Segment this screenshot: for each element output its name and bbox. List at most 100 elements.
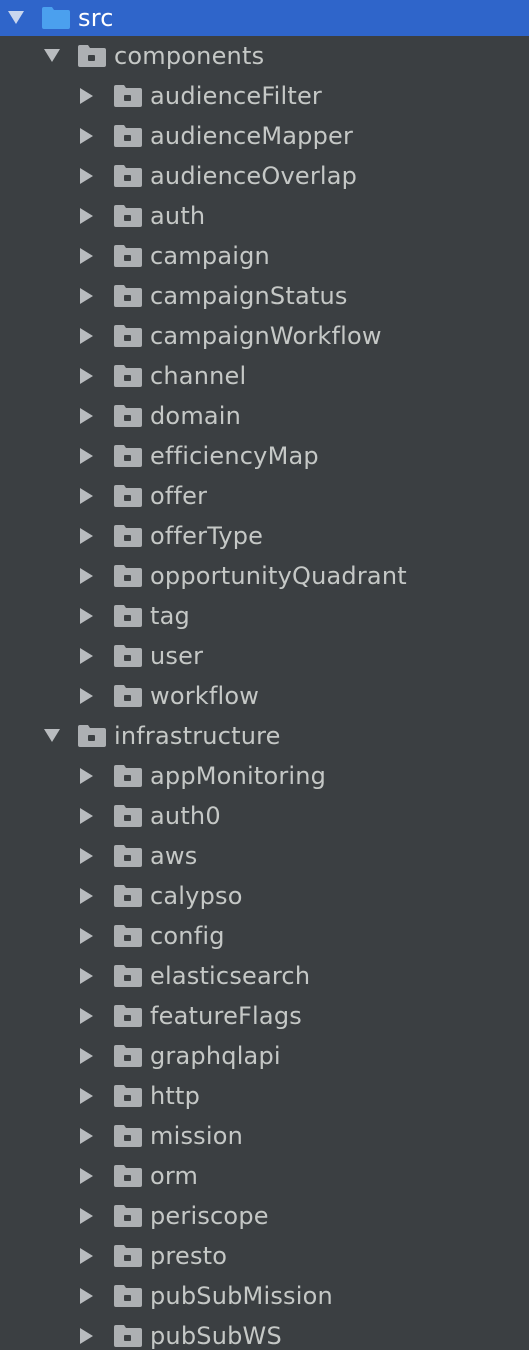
tree-node-label: elasticsearch [150,962,311,990]
tree-node-infrastructure[interactable]: infrastructure [0,716,529,756]
folder-icon [114,565,142,587]
tree-node-label: periscope [150,1202,269,1230]
folder-icon [114,1285,142,1307]
tree-node-label: audienceFilter [150,82,322,110]
folder-icon [114,285,142,307]
tree-node-folder[interactable]: mission [0,1116,529,1156]
tree-node-folder[interactable]: auth [0,196,529,236]
tree-node-components[interactable]: components [0,36,529,76]
tree-node-folder[interactable]: domain [0,396,529,436]
tree-node-folder[interactable]: pubSubMission [0,1276,529,1316]
tree-node-folder[interactable]: featureFlags [0,996,529,1036]
tree-node-folder[interactable]: auth0 [0,796,529,836]
tree-node-folder[interactable]: offer [0,476,529,516]
tree-node-label: featureFlags [150,1002,302,1030]
tree-node-label: auth [150,202,206,230]
tree-node-folder[interactable]: campaignWorkflow [0,316,529,356]
collapse-arrow-icon[interactable] [79,168,95,184]
tree-node-folder[interactable]: user [0,636,529,676]
tree-node-folder[interactable]: config [0,916,529,956]
tree-node-folder[interactable]: campaign [0,236,529,276]
tree-node-folder[interactable]: calypso [0,876,529,916]
collapse-arrow-icon[interactable] [79,328,95,344]
collapse-arrow-icon[interactable] [79,408,95,424]
collapse-arrow-icon[interactable] [79,1168,95,1184]
tree-node-folder[interactable]: opportunityQuadrant [0,556,529,596]
collapse-arrow-icon[interactable] [79,928,95,944]
folder-icon [114,445,142,467]
folder-icon [114,1165,142,1187]
tree-node-folder[interactable]: audienceOverlap [0,156,529,196]
tree-node-folder[interactable]: orm [0,1156,529,1196]
source-folder-icon [42,7,70,29]
collapse-arrow-icon[interactable] [79,1288,95,1304]
tree-node-label: pubSubWS [150,1322,282,1350]
tree-node-folder[interactable]: aws [0,836,529,876]
tree-node-folder[interactable]: audienceMapper [0,116,529,156]
collapse-arrow-icon[interactable] [79,528,95,544]
tree-node-label: aws [150,842,198,870]
collapse-arrow-icon[interactable] [79,248,95,264]
tree-node-src[interactable]: src [0,0,529,36]
expand-arrow-icon[interactable] [44,48,60,64]
tree-node-folder[interactable]: elasticsearch [0,956,529,996]
collapse-arrow-icon[interactable] [79,128,95,144]
collapse-arrow-icon[interactable] [79,368,95,384]
collapse-arrow-icon[interactable] [79,688,95,704]
tree-node-label: opportunityQuadrant [150,562,407,590]
collapse-arrow-icon[interactable] [79,1008,95,1024]
tree-node-folder[interactable]: pubSubWS [0,1316,529,1350]
collapse-arrow-icon[interactable] [79,808,95,824]
tree-node-folder[interactable]: periscope [0,1196,529,1236]
tree-node-folder[interactable]: http [0,1076,529,1116]
folder-icon [114,885,142,907]
tree-node-label: http [150,1082,201,1110]
tree-node-label: campaign [150,242,270,270]
collapse-arrow-icon[interactable] [79,1208,95,1224]
tree-node-folder[interactable]: audienceFilter [0,76,529,116]
collapse-arrow-icon[interactable] [79,88,95,104]
tree-node-folder[interactable]: campaignStatus [0,276,529,316]
infrastructure-children: appMonitoring auth0 aws calypso config e… [0,756,529,1350]
collapse-arrow-icon[interactable] [79,968,95,984]
expand-arrow-icon[interactable] [8,10,24,26]
tree-node-label: efficiencyMap [150,442,319,470]
tree-node-folder[interactable]: presto [0,1236,529,1276]
folder-icon [114,1045,142,1067]
tree-node-folder[interactable]: offerType [0,516,529,556]
folder-icon [114,805,142,827]
tree-node-label: orm [150,1162,199,1190]
tree-node-folder[interactable]: channel [0,356,529,396]
collapse-arrow-icon[interactable] [79,608,95,624]
collapse-arrow-icon[interactable] [79,1128,95,1144]
tree-node-folder[interactable]: efficiencyMap [0,436,529,476]
tree-node-folder[interactable]: tag [0,596,529,636]
collapse-arrow-icon[interactable] [79,648,95,664]
project-tree: src components audienceFilter audienceMa… [0,0,529,1350]
expand-arrow-icon[interactable] [44,728,60,744]
collapse-arrow-icon[interactable] [79,888,95,904]
tree-node-folder[interactable]: appMonitoring [0,756,529,796]
tree-node-folder[interactable]: workflow [0,676,529,716]
collapse-arrow-icon[interactable] [79,208,95,224]
folder-icon [114,845,142,867]
tree-node-label: channel [150,362,247,390]
collapse-arrow-icon[interactable] [79,1248,95,1264]
folder-icon [114,645,142,667]
folder-icon [114,485,142,507]
folder-icon [114,365,142,387]
collapse-arrow-icon[interactable] [79,848,95,864]
collapse-arrow-icon[interactable] [79,568,95,584]
folder-icon [114,525,142,547]
tree-node-label: user [150,642,204,670]
collapse-arrow-icon[interactable] [79,768,95,784]
folder-icon [114,245,142,267]
collapse-arrow-icon[interactable] [79,288,95,304]
collapse-arrow-icon[interactable] [79,488,95,504]
collapse-arrow-icon[interactable] [79,448,95,464]
tree-node-label: offer [150,482,208,510]
tree-node-folder[interactable]: graphqlapi [0,1036,529,1076]
collapse-arrow-icon[interactable] [79,1048,95,1064]
collapse-arrow-icon[interactable] [79,1088,95,1104]
collapse-arrow-icon[interactable] [79,1328,95,1344]
